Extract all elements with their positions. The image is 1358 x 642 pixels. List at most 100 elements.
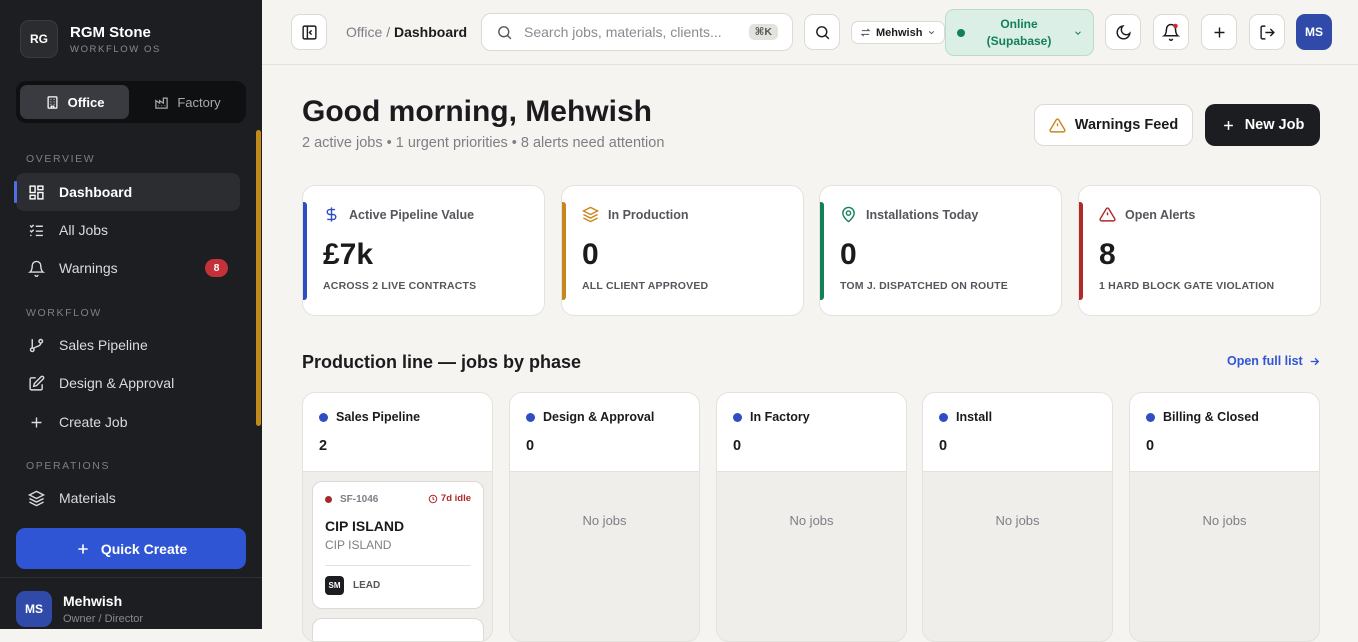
stat-value: 0 — [840, 238, 857, 271]
open-full-list-label: Open full list — [1227, 354, 1303, 368]
phase-name: Install — [956, 410, 993, 424]
breadcrumb-parent[interactable]: Office — [346, 24, 382, 40]
plus-icon — [1214, 27, 1224, 37]
phase-count: 0 — [1146, 438, 1155, 454]
sidebar-item-label: Dashboard — [59, 184, 133, 200]
stat-value: £7k — [323, 238, 374, 271]
section-operations: OPERATIONS — [26, 460, 111, 472]
search-shortcut: ⌘K — [748, 24, 778, 40]
sidebar-item-design-approval[interactable]: Design & Approval — [16, 364, 240, 402]
stat-header: Open Alerts — [1099, 206, 1195, 223]
search-bar[interactable]: ⌘K — [481, 13, 793, 51]
stat-label: Active Pipeline Value — [349, 207, 475, 222]
user-name: Mehwish — [63, 593, 123, 609]
breadcrumb-current: Dashboard — [393, 24, 468, 40]
accent-bar — [562, 202, 566, 300]
swap-icon — [860, 28, 871, 37]
phase-column-billing-closed: Billing & Closed 0 No jobs — [1129, 392, 1320, 642]
sidebar-scrollbar[interactable] — [256, 130, 261, 426]
arrow-right-icon — [1310, 357, 1319, 365]
building-icon — [47, 95, 58, 109]
brand-logo: RG — [20, 20, 58, 58]
brand-subtitle: WORKFLOW OS — [70, 43, 161, 55]
job-card[interactable] — [312, 618, 484, 641]
divider — [325, 565, 471, 566]
bell-icon — [1162, 23, 1180, 41]
edit-icon — [29, 375, 45, 391]
phase-column-in-factory: In Factory 0 No jobs — [716, 392, 907, 642]
sidebar-item-dashboard[interactable]: Dashboard — [14, 173, 240, 211]
avatar[interactable]: MS — [1296, 14, 1332, 50]
sidebar-item-materials[interactable]: Materials — [16, 479, 240, 517]
section-overview: OVERVIEW — [26, 153, 96, 165]
stat-card-pipeline-value[interactable]: Active Pipeline Value £7k ACROSS 2 LIVE … — [302, 185, 545, 316]
sidebar-item-warnings[interactable]: Warnings 8 — [16, 249, 240, 287]
quick-create-label: Quick Create — [100, 540, 188, 557]
dollar-icon — [326, 207, 337, 222]
stat-caption: ACROSS 2 LIVE CONTRACTS — [323, 280, 477, 292]
page-summary: 2 active jobs • 1 urgent priorities • 8 … — [302, 135, 665, 151]
sidebar-item-label: Sales Pipeline — [59, 337, 148, 353]
warnings-feed-button[interactable]: Warnings Feed — [1034, 104, 1193, 146]
connection-status[interactable]: Online (Supabase) — [945, 9, 1094, 56]
phase-count: 0 — [526, 438, 535, 454]
owner-avatar: SM — [325, 576, 344, 595]
accent-bar — [303, 202, 307, 300]
phase-column-sales-pipeline: Sales Pipeline 2 SF-1046 7d idle CIP ISL… — [302, 392, 493, 642]
divider — [0, 577, 262, 578]
stat-caption: ALL CLIENT APPROVED — [582, 280, 709, 292]
phase-column-install: Install 0 No jobs — [922, 392, 1113, 642]
user-profile[interactable]: MS Mehwish Owner / Director — [16, 591, 143, 627]
phase-name: In Factory — [750, 410, 810, 424]
plus-icon — [31, 417, 42, 427]
mode-factory-button[interactable]: Factory — [133, 85, 242, 119]
phase-dot — [319, 413, 328, 422]
section-title: Production line — jobs by phase — [302, 352, 582, 372]
sidebar-item-all-jobs[interactable]: All Jobs — [16, 211, 240, 249]
job-stage: LEAD — [353, 580, 381, 591]
sidebar-item-label: Warnings — [59, 260, 118, 276]
theme-toggle-button[interactable] — [1105, 14, 1141, 50]
sidebar-item-label: Create Job — [59, 414, 128, 430]
status-text: Online (Supabase) — [975, 16, 1063, 50]
clock-icon — [428, 494, 438, 503]
job-id-tag: SF-1046 — [325, 494, 378, 505]
stat-card-in-production[interactable]: In Production 0 ALL CLIENT APPROVED — [561, 185, 804, 316]
mode-office-label: Office — [67, 94, 105, 110]
job-card[interactable]: SF-1046 7d idle CIP ISLAND CIP ISLAND SM… — [312, 481, 484, 609]
mode-office-button[interactable]: Office — [20, 85, 129, 119]
sidebar: RG RGM Stone WORKFLOW OS Office Factory … — [0, 0, 262, 629]
quick-create-button[interactable]: Quick Create — [16, 528, 246, 569]
user-select[interactable]: Mehwish — [851, 21, 946, 44]
search-icon — [498, 25, 512, 39]
sidebar-item-create-job[interactable]: Create Job — [16, 403, 240, 441]
open-full-list-link[interactable]: Open full list — [1227, 354, 1321, 368]
stat-value: 0 — [582, 238, 599, 271]
sidebar-item-label: Design & Approval — [59, 375, 175, 391]
search-button[interactable] — [804, 14, 840, 50]
user-select-value: Mehwish — [876, 26, 923, 39]
stat-card-open-alerts[interactable]: Open Alerts 8 1 HARD BLOCK GATE VIOLATIO… — [1078, 185, 1321, 316]
toggle-sidebar-button[interactable] — [291, 14, 327, 50]
search-input[interactable] — [524, 24, 744, 40]
stat-value: 8 — [1099, 238, 1116, 271]
breadcrumb-separator: / — [382, 24, 394, 40]
stat-label: In Production — [608, 207, 689, 222]
notifications-button[interactable] — [1153, 14, 1189, 50]
new-job-button[interactable]: New Job — [1205, 104, 1320, 146]
list-check-icon — [29, 223, 43, 236]
logout-button[interactable] — [1249, 14, 1285, 50]
chevron-down-icon — [1075, 30, 1081, 35]
avatar: MS — [16, 591, 52, 627]
phase-header: Design & Approval 0 — [510, 393, 699, 472]
sidebar-item-label: All Jobs — [59, 222, 109, 238]
phase-count: 0 — [939, 438, 948, 454]
stat-header: In Production — [582, 206, 689, 223]
sidebar-item-sales-pipeline[interactable]: Sales Pipeline — [16, 326, 240, 364]
add-button[interactable] — [1201, 14, 1237, 50]
stat-label: Open Alerts — [1125, 207, 1196, 222]
warnings-count-badge: 8 — [205, 259, 228, 277]
stat-card-installations-today[interactable]: Installations Today 0 TOM J. DISPATCHED … — [819, 185, 1062, 316]
brand[interactable]: RG RGM Stone WORKFLOW OS — [20, 20, 161, 58]
layers-icon — [582, 206, 599, 223]
